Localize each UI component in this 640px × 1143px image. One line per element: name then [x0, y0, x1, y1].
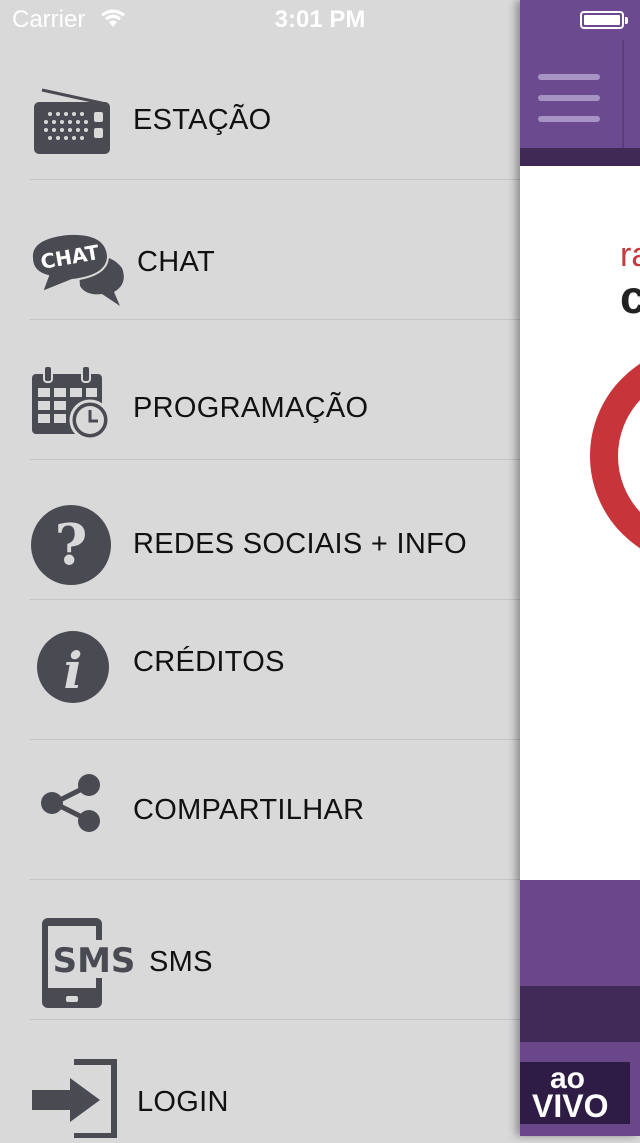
- sms-icon-text: SMS: [53, 941, 134, 981]
- menu-item-label: PROGRAMAÇÃO: [133, 392, 369, 424]
- app-band: [520, 880, 640, 986]
- share-icon: [40, 774, 102, 837]
- question-icon: ?: [30, 504, 112, 591]
- sms-phone-icon: SMS: [40, 916, 135, 1015]
- menu-item-chat[interactable]: CHAT CHAT: [0, 180, 520, 320]
- svg-text:i: i: [64, 641, 83, 700]
- app-band-dark: [520, 986, 640, 1042]
- hamburger-menu-icon[interactable]: [538, 74, 600, 137]
- menu-item-estacao[interactable]: ESTAÇÃO: [0, 40, 520, 180]
- menu-item-label: REDES SOCIAIS + INFO: [133, 528, 467, 560]
- menu-item-label: ESTAÇÃO: [133, 104, 272, 136]
- header-separator: [622, 40, 624, 150]
- menu-item-label: CHAT: [137, 246, 215, 278]
- chat-bubble-icon: CHAT: [28, 228, 128, 313]
- info-icon: i: [36, 630, 110, 709]
- station-logo-text-bottom: c: [620, 271, 640, 323]
- header-strip: [520, 148, 640, 166]
- menu-item-sms[interactable]: SMS SMS: [0, 880, 520, 1020]
- menu-item-label: COMPARTILHAR: [133, 794, 365, 826]
- app-content: ra c: [520, 166, 640, 880]
- menu-item-compartilhar[interactable]: COMPARTILHAR: [0, 740, 520, 880]
- menu-item-label: SMS: [149, 946, 213, 978]
- status-time: 3:01 PM: [274, 6, 366, 33]
- menu-item-label: LOGIN: [137, 1086, 229, 1118]
- menu-item-label: CRÉDITOS: [133, 646, 285, 678]
- ao-vivo-button[interactable]: ao VIVO: [520, 1062, 630, 1124]
- calendar-clock-icon: [30, 364, 112, 445]
- station-logo-ring: [590, 346, 640, 566]
- menu-item-creditos[interactable]: i CRÉDITOS: [0, 600, 520, 740]
- side-menu: ESTAÇÃO CHAT CHAT PROGRAMAÇÃO ? REDES SO…: [0, 0, 520, 1139]
- menu-item-redes-sociais[interactable]: ? REDES SOCIAIS + INFO: [0, 460, 520, 600]
- ao-vivo-line2: VIVO: [532, 1088, 609, 1124]
- battery-icon: [580, 11, 628, 29]
- menu-item-login[interactable]: LOGIN: [0, 1020, 520, 1139]
- login-icon: [30, 1058, 120, 1143]
- app-main-panel[interactable]: ra c ao VIVO: [520, 0, 640, 1136]
- svg-text:?: ?: [55, 512, 88, 578]
- menu-item-programacao[interactable]: PROGRAMAÇÃO: [0, 320, 520, 460]
- status-bar: Carrier 3:01 PM: [0, 0, 640, 40]
- radio-icon: [32, 86, 112, 161]
